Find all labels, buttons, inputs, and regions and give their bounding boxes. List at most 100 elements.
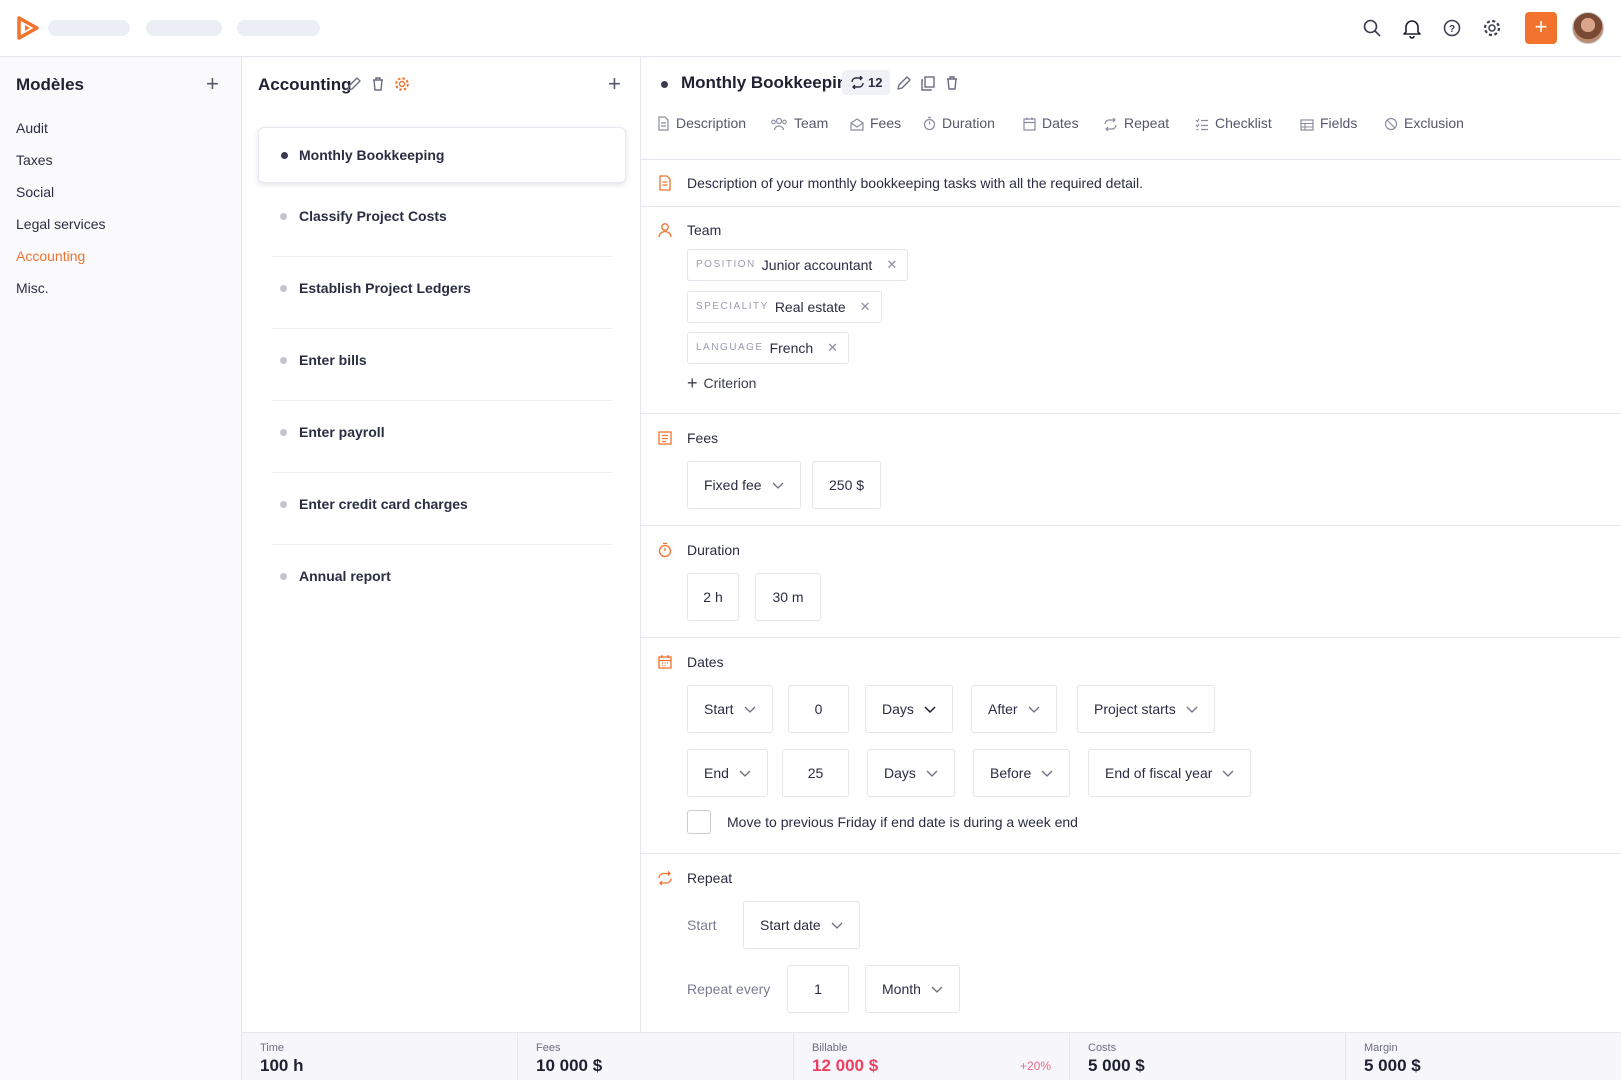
- fee-amount-input[interactable]: 250 $: [812, 461, 882, 509]
- chevron-down-icon: [1186, 706, 1198, 713]
- sidebar-item-misc[interactable]: Misc.: [16, 280, 49, 296]
- tab-duration[interactable]: Duration: [923, 115, 995, 131]
- task-bullet: [280, 285, 287, 292]
- duration-minutes-input[interactable]: 30 m: [755, 573, 821, 621]
- fees-section: Fees Fixed fee 250 $: [641, 414, 1621, 526]
- end-reference-select[interactable]: End of fiscal year: [1088, 749, 1252, 797]
- stat-value: 10 000 $: [536, 1056, 603, 1075]
- tab-fees[interactable]: Fees: [850, 115, 901, 131]
- start-select[interactable]: Start: [687, 685, 773, 733]
- start-relation-select[interactable]: After: [971, 685, 1057, 733]
- repeat-unit-select[interactable]: Month: [865, 965, 960, 1013]
- end-relation-select[interactable]: Before: [973, 749, 1071, 797]
- nav-placeholder-2[interactable]: [146, 20, 222, 36]
- add-task-button[interactable]: +: [608, 71, 621, 97]
- user-avatar[interactable]: [1572, 12, 1604, 44]
- tab-dates[interactable]: Dates: [1023, 115, 1079, 131]
- bell-icon[interactable]: [1401, 17, 1423, 39]
- remove-criterion-icon[interactable]: ✕: [860, 292, 871, 322]
- start-reference-select[interactable]: Project starts: [1077, 685, 1215, 733]
- remove-criterion-icon[interactable]: ✕: [827, 333, 838, 363]
- sidebar-item-social[interactable]: Social: [16, 184, 54, 200]
- task-list-panel: Accounting + Monthly Bookkeeping Classif…: [242, 57, 641, 1032]
- task-item-enter-credit-card-charges[interactable]: Enter credit card charges: [272, 473, 612, 545]
- repeat-start-select[interactable]: Start date: [743, 901, 860, 949]
- chevron-down-icon: [931, 986, 943, 993]
- remove-criterion-icon[interactable]: ✕: [886, 250, 897, 280]
- nav-placeholder-1[interactable]: [48, 20, 130, 36]
- criterion-chip-language[interactable]: LANGUAGE French ✕: [687, 332, 850, 364]
- start-unit-select[interactable]: Days: [865, 685, 953, 733]
- weekend-rule-checkbox[interactable]: [687, 810, 711, 834]
- chevron-down-icon: [831, 922, 843, 929]
- duration-hours-input[interactable]: 2 h: [687, 573, 739, 621]
- weekend-rule-label[interactable]: Move to previous Friday if end date is d…: [727, 814, 1078, 830]
- fees-title: Fees: [687, 430, 719, 446]
- task-item-enter-payroll[interactable]: Enter payroll: [272, 401, 612, 473]
- trash-icon[interactable]: [369, 75, 387, 93]
- tab-exclusion[interactable]: Exclusion: [1384, 115, 1464, 131]
- repeat-icon: [1104, 117, 1117, 132]
- app-logo-icon[interactable]: [16, 16, 40, 40]
- end-offset-input[interactable]: 25: [782, 749, 849, 797]
- sidebar-item-accounting[interactable]: Accounting: [16, 248, 85, 264]
- edit-icon[interactable]: [895, 74, 913, 92]
- edit-icon[interactable]: [345, 75, 363, 93]
- chevron-down-icon: [744, 706, 756, 713]
- stat-margin: Margin 5 000 $: [1346, 1033, 1621, 1080]
- tab-label: Fees: [870, 115, 902, 131]
- settings-gear-icon[interactable]: [393, 75, 411, 93]
- add-category-button[interactable]: +: [206, 71, 219, 97]
- tab-description[interactable]: Description: [657, 115, 746, 131]
- description-text[interactable]: Description of your monthly bookkeeping …: [687, 175, 1143, 191]
- repeat-count: 12: [868, 75, 883, 90]
- task-bullet: [281, 152, 288, 159]
- tab-checklist[interactable]: Checklist: [1195, 115, 1272, 131]
- repeat-title: Repeat: [687, 870, 733, 886]
- chevron-down-icon: [1041, 770, 1053, 777]
- add-criterion-button[interactable]: + Criterion: [687, 373, 756, 394]
- sidebar-item-audit[interactable]: Audit: [16, 120, 48, 136]
- sidebar-item-legal-services[interactable]: Legal services: [16, 216, 106, 232]
- end-unit-select[interactable]: Days: [867, 749, 955, 797]
- fee-type-select[interactable]: Fixed fee: [687, 461, 801, 509]
- criterion-chip-speciality[interactable]: SPECIALITY Real estate ✕: [687, 291, 882, 323]
- gear-icon[interactable]: [1481, 17, 1503, 39]
- duplicate-icon[interactable]: [919, 74, 937, 92]
- create-button[interactable]: +: [1525, 12, 1557, 44]
- repeat-start-label: Start: [687, 917, 717, 933]
- task-item-establish-project-ledgers[interactable]: Establish Project Ledgers: [272, 257, 612, 329]
- criterion-chip-position[interactable]: POSITION Junior accountant ✕: [687, 249, 909, 281]
- repeat-start-value: Start date: [760, 917, 821, 933]
- templates-sidebar: Modèles + Audit Taxes Social Legal servi…: [0, 57, 242, 1080]
- tab-repeat[interactable]: Repeat: [1103, 115, 1169, 132]
- sidebar-item-taxes[interactable]: Taxes: [16, 152, 53, 168]
- start-unit-value: Days: [882, 701, 914, 717]
- end-select[interactable]: End: [687, 749, 768, 797]
- top-bar: ? +: [0, 0, 1621, 57]
- task-label: Annual report: [299, 568, 391, 584]
- repeat-count-badge[interactable]: 12: [842, 70, 891, 95]
- repeat-every-input[interactable]: 1: [787, 965, 849, 1013]
- duration-title: Duration: [687, 542, 740, 558]
- help-icon[interactable]: ?: [1441, 17, 1463, 39]
- stat-value: 12 000 $: [812, 1056, 879, 1075]
- repeat-icon: [851, 75, 864, 90]
- task-item-enter-bills[interactable]: Enter bills: [272, 329, 612, 401]
- tab-team[interactable]: Team: [770, 115, 828, 131]
- nav-placeholder-3[interactable]: [237, 20, 320, 36]
- tab-label: Exclusion: [1404, 115, 1464, 131]
- table-icon: [1300, 119, 1314, 131]
- start-offset-input[interactable]: 0: [788, 685, 849, 733]
- repeat-unit-value: Month: [882, 981, 921, 997]
- search-icon[interactable]: [1361, 17, 1383, 39]
- task-item-monthly-bookkeeping[interactable]: Monthly Bookkeeping: [258, 127, 626, 183]
- description-section: Description of your monthly bookkeeping …: [641, 160, 1621, 207]
- task-item-annual-report[interactable]: Annual report: [272, 545, 612, 617]
- stat-costs: Costs 5 000 $: [1070, 1033, 1346, 1080]
- tab-fields[interactable]: Fields: [1300, 115, 1357, 131]
- tab-label: Dates: [1042, 115, 1079, 131]
- trash-icon[interactable]: [943, 74, 961, 92]
- add-criterion-label: Criterion: [703, 375, 757, 391]
- task-item-classify-project-costs[interactable]: Classify Project Costs: [272, 185, 612, 257]
